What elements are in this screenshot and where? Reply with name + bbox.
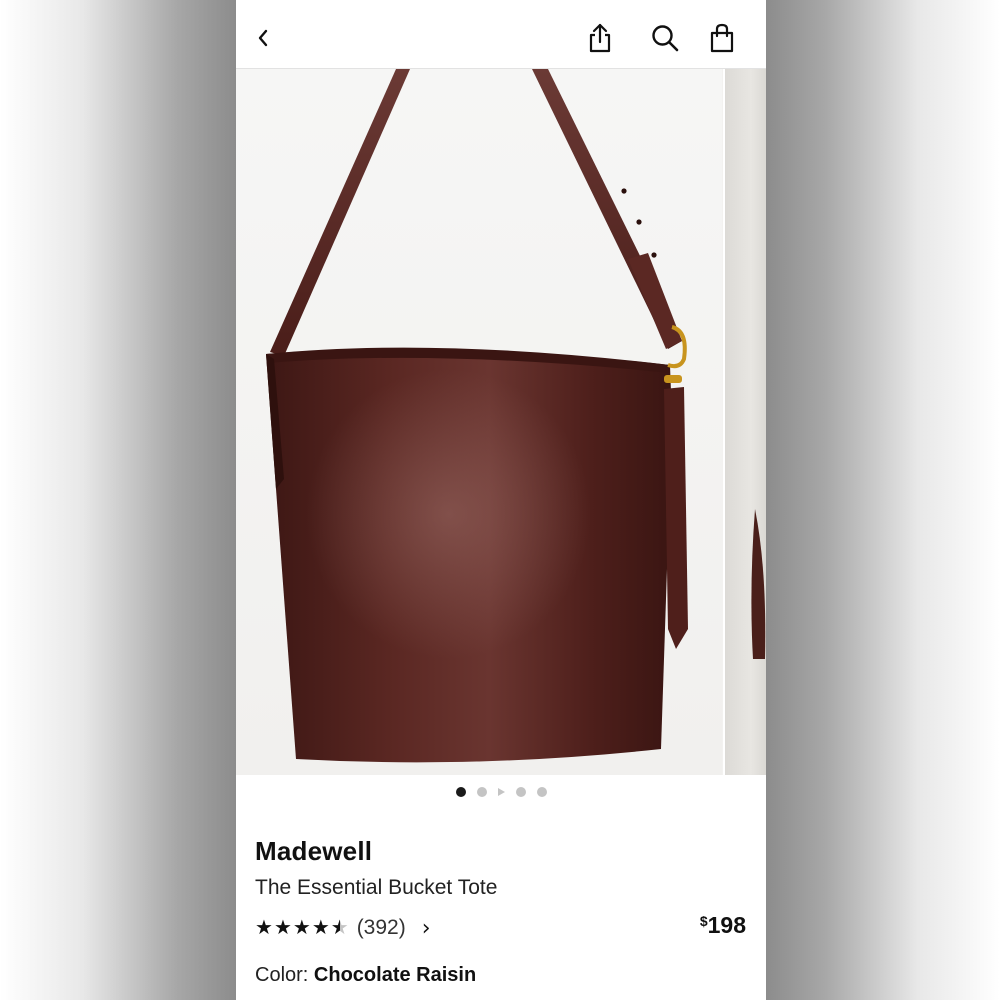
product-screen: Madewell The Essential Bucket Tote ★ ★ ★…: [236, 0, 766, 1000]
pagination-dot[interactable]: [515, 787, 526, 797]
product-photo: [236, 69, 722, 775]
product-title: The Essential Bucket Tote: [255, 876, 498, 899]
top-nav-bar: [236, 0, 766, 69]
color-value: Chocolate Raisin: [313, 964, 477, 986]
search-icon: [652, 25, 679, 52]
star-rating: ★ ★ ★ ★ ★: [255, 918, 349, 938]
blurred-backdrop-right: [766, 0, 1000, 1000]
price-currency: $: [699, 913, 708, 929]
next-photo-bag-edge: [751, 509, 766, 659]
pagination-dot-active[interactable]: [455, 787, 466, 797]
search-button[interactable]: [647, 20, 683, 56]
pagination-dot[interactable]: [536, 787, 547, 797]
blurred-backdrop-left: [0, 0, 236, 1000]
chevron-right-icon: ›: [421, 915, 431, 941]
star-full-icon: ★: [273, 917, 292, 939]
shopping-bag-button[interactable]: [704, 20, 740, 56]
share-button[interactable]: [582, 20, 618, 56]
brand-name[interactable]: Madewell: [255, 836, 372, 867]
star-full-icon: ★: [311, 917, 330, 939]
shopping-bag-icon: [710, 23, 734, 53]
color-label: Color:: [255, 964, 309, 986]
star-half-icon: ★: [330, 917, 349, 939]
product-price: $198: [700, 912, 746, 939]
pagination-dot[interactable]: [476, 787, 487, 797]
back-button[interactable]: [246, 20, 282, 56]
selected-color: Color: Chocolate Raisin: [255, 964, 476, 987]
share-icon: [589, 23, 611, 53]
star-full-icon: ★: [255, 917, 273, 939]
price-amount: 198: [707, 912, 746, 938]
rating-summary[interactable]: ★ ★ ★ ★ ★ (392) ›: [255, 914, 431, 942]
review-count: (392): [356, 916, 406, 939]
video-play-indicator-icon[interactable]: [497, 788, 505, 796]
next-product-photo-peek[interactable]: [723, 69, 766, 775]
carousel-pagination: [236, 785, 766, 799]
product-image-carousel[interactable]: [236, 69, 766, 775]
chevron-left-icon: [258, 29, 268, 47]
bucket-tote-bag-image: [266, 69, 688, 763]
star-full-icon: ★: [292, 917, 311, 939]
